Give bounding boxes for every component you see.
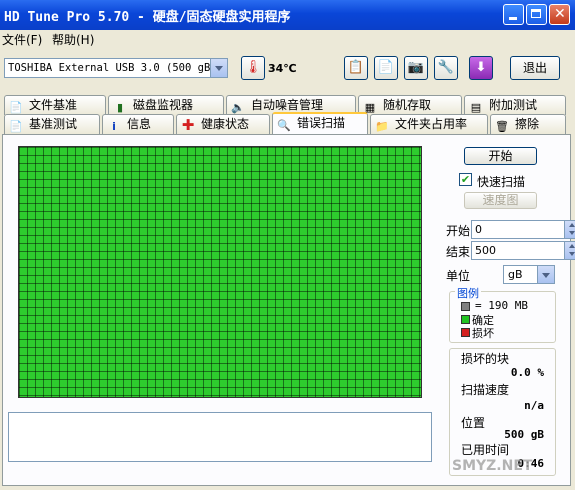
- start-position-label: 开始: [446, 224, 471, 238]
- start-scan-button[interactable]: 开始: [464, 147, 537, 165]
- paste-icon: 📄: [377, 60, 395, 75]
- tab-label: 信息: [127, 117, 152, 131]
- window-title: HD Tune Pro 5.70 - 硬盘/固态硬盘实用程序: [4, 10, 291, 25]
- unit-label: 单位: [446, 269, 471, 283]
- menu-help[interactable]: 帮助(H): [52, 31, 94, 48]
- file-benchmark-icon: 📄: [9, 101, 23, 114]
- speed-map-button[interactable]: 速度图: [464, 192, 537, 209]
- options-button[interactable]: 🔧: [434, 56, 458, 80]
- exit-button[interactable]: 退出: [510, 56, 560, 80]
- scan-block-map: [18, 146, 422, 398]
- maximize-button[interactable]: [526, 4, 547, 25]
- scan-speed-value: n/a: [524, 399, 544, 412]
- tab-label: 基准测试: [29, 117, 78, 131]
- tab-health[interactable]: ✚ 健康状态: [176, 114, 270, 134]
- scan-speed-label: 扫描速度: [461, 383, 510, 397]
- tab-label: 附加测试: [489, 98, 538, 112]
- tab-label: 错误扫描: [297, 116, 346, 130]
- position-label: 位置: [461, 416, 486, 430]
- minimize-icon: [509, 17, 517, 20]
- magnifier-icon: 🔍: [277, 119, 291, 132]
- spinner-arrows-icon[interactable]: [564, 242, 575, 259]
- extra-tests-icon: ▤: [470, 101, 482, 114]
- temperature-button[interactable]: 🌡: [241, 56, 265, 80]
- tab-error-scan[interactable]: 🔍 错误扫描: [272, 112, 368, 134]
- quick-scan-checkbox[interactable]: ✔: [459, 173, 472, 186]
- damaged-legend-text: 损坏: [472, 327, 494, 340]
- bar-chart-icon: ▮: [116, 101, 124, 114]
- elapsed-time-label: 已用时间: [461, 443, 510, 457]
- download-icon: ⬇: [475, 60, 487, 75]
- end-position-value: 500: [475, 244, 496, 257]
- tab-label: 自动噪音管理: [251, 98, 324, 112]
- tab-label: 文件基准: [29, 98, 78, 112]
- unit-select[interactable]: gB: [503, 265, 555, 284]
- copy-screenshot-button[interactable]: 📄: [374, 56, 398, 80]
- chevron-down-icon[interactable]: [210, 59, 227, 77]
- trash-icon: 🗑: [495, 120, 509, 133]
- start-position-value: 0: [475, 223, 482, 236]
- benchmark-icon: 📄: [9, 120, 23, 133]
- tab-erase[interactable]: 🗑 擦除: [490, 114, 566, 134]
- settings-icon: 🔧: [437, 60, 455, 75]
- close-icon: ✕: [554, 6, 566, 22]
- close-button[interactable]: ✕: [549, 4, 570, 25]
- tab-label: 磁盘监视器: [133, 98, 194, 112]
- tab-label: 文件夹占用率: [395, 117, 468, 131]
- camera-icon: 📷: [407, 60, 425, 75]
- drive-select-value: TOSHIBA External USB 3.0 (500 gB): [8, 62, 217, 74]
- spinner-arrows-icon[interactable]: [564, 221, 575, 238]
- tab-info[interactable]: i 信息: [102, 114, 174, 134]
- download-button[interactable]: ⬇: [469, 56, 493, 80]
- damaged-blocks-value: 0.0 %: [510, 366, 544, 379]
- temperature-value: 34℃: [268, 62, 297, 75]
- maximize-icon: [531, 9, 541, 18]
- thermometer-icon: 🌡: [244, 60, 262, 75]
- tab-extra-tests[interactable]: ▤ 附加测试: [464, 95, 566, 115]
- block-size-swatch: [461, 302, 470, 311]
- drive-select[interactable]: TOSHIBA External USB 3.0 (500 gB): [4, 58, 228, 78]
- menu-file[interactable]: 文件(F): [2, 31, 42, 48]
- tab-label: 随机存取: [383, 98, 432, 112]
- health-cross-icon: ✚: [181, 116, 195, 134]
- tab-folder-usage[interactable]: 📁 文件夹占用率: [370, 114, 488, 134]
- menu-bar: 文件(F) 帮助(H): [0, 30, 575, 48]
- speaker-icon: 🔈: [231, 101, 245, 114]
- check-icon: ✔: [460, 173, 471, 186]
- block-size-text: = 190 MB: [475, 299, 528, 312]
- ok-swatch: [461, 315, 470, 324]
- quick-scan-label: 快速扫描: [477, 175, 526, 189]
- toolbar: TOSHIBA External USB 3.0 (500 gB) 🌡 34℃ …: [0, 50, 575, 88]
- save-screenshot-button[interactable]: 📷: [404, 56, 428, 80]
- copy-text-button[interactable]: 📋: [344, 56, 368, 80]
- end-position-input[interactable]: 500: [471, 241, 575, 260]
- end-position-label: 结束: [446, 245, 471, 259]
- unit-select-value: gB: [508, 268, 523, 281]
- folder-icon: 📁: [375, 120, 389, 133]
- scan-log: [8, 412, 432, 462]
- tab-label: 擦除: [515, 117, 540, 131]
- start-position-input[interactable]: 0: [471, 220, 575, 239]
- position-value: 500 gB: [504, 428, 544, 441]
- tab-random-access[interactable]: ▦ 随机存取: [358, 95, 462, 115]
- info-icon: i: [112, 120, 116, 133]
- tab-benchmark[interactable]: 📄 基准测试: [4, 114, 100, 134]
- minimize-button[interactable]: [503, 4, 524, 25]
- copy-icon: 📋: [347, 60, 365, 75]
- watermark: SMYZ.NET: [452, 458, 533, 474]
- tab-disk-monitor[interactable]: ▮ 磁盘监视器: [108, 95, 224, 115]
- title-bar: HD Tune Pro 5.70 - 硬盘/固态硬盘实用程序 ✕: [0, 0, 575, 30]
- tab-label: 健康状态: [201, 117, 250, 131]
- chevron-down-icon[interactable]: [537, 266, 554, 283]
- tab-file-benchmark[interactable]: 📄 文件基准: [4, 95, 106, 115]
- damaged-blocks-label: 损坏的块: [461, 352, 510, 366]
- damaged-swatch: [461, 328, 470, 337]
